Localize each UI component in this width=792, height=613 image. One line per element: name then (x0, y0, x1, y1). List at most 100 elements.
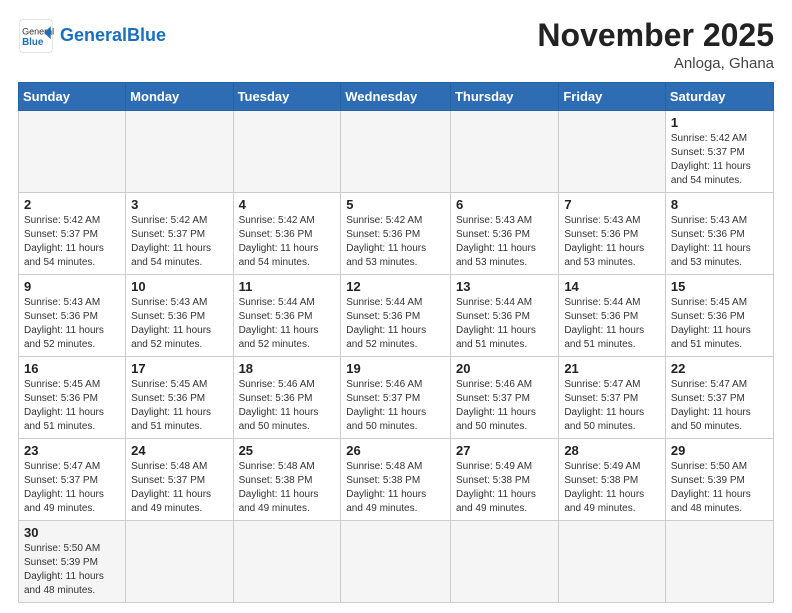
day-info: Sunrise: 5:48 AMSunset: 5:37 PMDaylight:… (131, 460, 227, 516)
logo-general: General (60, 25, 127, 45)
calendar-cell (450, 521, 558, 603)
calendar-cell: 8 Sunrise: 5:43 AMSunset: 5:36 PMDaylight… (665, 193, 773, 275)
day-info: Sunrise: 5:46 AMSunset: 5:36 PMDaylight:… (239, 378, 336, 434)
day-number: 11 (239, 279, 336, 294)
calendar-cell: 27Sunrise: 5:49 AMSunset: 5:38 PMDayligh… (450, 439, 558, 521)
calendar-cell: 19 Sunrise: 5:46 AMSunset: 5:37 PMDayligh… (341, 357, 451, 439)
day-number: 24 (131, 443, 227, 458)
calendar-cell (341, 521, 451, 603)
day-info: Sunrise: 5:46 AMSunset: 5:37 PMDaylight:… (456, 378, 553, 434)
day-info: Sunrise: 5:45 AMSunset: 5:36 PMDaylight:… (131, 378, 227, 434)
logo-blue: Blue (127, 25, 166, 45)
day-number: 28 (564, 443, 660, 458)
day-number: 4 (239, 197, 336, 212)
calendar-cell: 1Sunrise: 5:42 AMSunset: 5:37 PMDaylight… (665, 111, 773, 193)
day-number: 22 (671, 361, 768, 376)
calendar-cell (559, 521, 666, 603)
week-row-0: 1Sunrise: 5:42 AMSunset: 5:37 PMDaylight… (19, 111, 774, 193)
calendar-cell (126, 111, 233, 193)
calendar-cell: 18 Sunrise: 5:46 AMSunset: 5:36 PMDayligh… (233, 357, 341, 439)
day-number: 23 (24, 443, 120, 458)
day-info: Sunrise: 5:45 AMSunset: 5:36 PMDaylight:… (671, 296, 768, 352)
day-number: 15 (671, 279, 768, 294)
day-info: Sunrise: 5:42 AMSunset: 5:36 PMDaylight:… (239, 214, 336, 270)
calendar-cell: 4 Sunrise: 5:42 AMSunset: 5:36 PMDaylight… (233, 193, 341, 275)
week-row-2: 9 Sunrise: 5:43 AMSunset: 5:36 PMDaylight… (19, 275, 774, 357)
day-number: 20 (456, 361, 553, 376)
header: General Blue GeneralBlue November 2025 A… (18, 18, 774, 72)
day-info: Sunrise: 5:43 AMSunset: 5:36 PMDaylight:… (671, 214, 768, 270)
day-number: 29 (671, 443, 768, 458)
calendar-cell: 17 Sunrise: 5:45 AMSunset: 5:36 PMDayligh… (126, 357, 233, 439)
day-number: 2 (24, 197, 120, 212)
day-number: 6 (456, 197, 553, 212)
day-number: 18 (239, 361, 336, 376)
calendar-cell: 13Sunrise: 5:44 AMSunset: 5:36 PMDayligh… (450, 275, 558, 357)
calendar-cell: 2Sunrise: 5:42 AMSunset: 5:37 PMDaylight… (19, 193, 126, 275)
calendar-cell: 28 Sunrise: 5:49 AMSunset: 5:38 PMDayligh… (559, 439, 666, 521)
calendar-cell: 30 Sunrise: 5:50 AMSunset: 5:39 PMDayligh… (19, 521, 126, 603)
week-row-1: 2 Sunrise: 5:42 AMSunset: 5:37 PMDaylight… (19, 193, 774, 275)
calendar-cell: 26 Sunrise: 5:48 AMSunset: 5:38 PMDayligh… (341, 439, 451, 521)
day-number: 1 (671, 115, 768, 130)
day-number: 5 (346, 197, 445, 212)
calendar-cell (233, 521, 341, 603)
day-header-thursday: Thursday (450, 83, 558, 111)
calendar-cell: 11 Sunrise: 5:44 AMSunset: 5:36 PMDayligh… (233, 275, 341, 357)
calendar-cell: 7Sunrise: 5:43 AMSunset: 5:36 PMDaylight… (559, 193, 666, 275)
calendar-table: SundayMondayTuesdayWednesdayThursdayFrid… (18, 82, 774, 603)
day-info: Sunrise: 5:45 AMSunset: 5:36 PMDaylight:… (24, 378, 120, 434)
week-row-5: 30 Sunrise: 5:50 AMSunset: 5:39 PMDayligh… (19, 521, 774, 603)
day-info: Sunrise: 5:48 AMSunset: 5:38 PMDaylight:… (346, 460, 445, 516)
day-info: Sunrise: 5:49 AMSunset: 5:38 PMDaylight:… (564, 460, 660, 516)
logo: General Blue GeneralBlue (18, 18, 166, 54)
day-info: Sunrise: 5:43 AMSunset: 5:36 PMDaylight:… (24, 296, 120, 352)
day-number: 8 (671, 197, 768, 212)
title-block: November 2025 Anloga, Ghana (537, 18, 774, 72)
calendar-cell (233, 111, 341, 193)
day-info: Sunrise: 5:44 AMSunset: 5:36 PMDaylight:… (346, 296, 445, 352)
calendar-cell: 15 Sunrise: 5:45 AMSunset: 5:36 PMDayligh… (665, 275, 773, 357)
day-info: Sunrise: 5:44 AMSunset: 5:36 PMDaylight:… (564, 296, 660, 352)
day-number: 19 (346, 361, 445, 376)
day-info: Sunrise: 5:46 AMSunset: 5:37 PMDaylight:… (346, 378, 445, 434)
location: Anloga, Ghana (537, 55, 774, 72)
day-info: Sunrise: 5:47 AMSunset: 5:37 PMDaylight:… (671, 378, 768, 434)
day-number: 26 (346, 443, 445, 458)
calendar-cell: 9 Sunrise: 5:43 AMSunset: 5:36 PMDaylight… (19, 275, 126, 357)
page: General Blue GeneralBlue November 2025 A… (0, 0, 792, 613)
day-number: 9 (24, 279, 120, 294)
calendar-cell: 29Sunrise: 5:50 AMSunset: 5:39 PMDayligh… (665, 439, 773, 521)
calendar-cell: 10Sunrise: 5:43 AMSunset: 5:36 PMDayligh… (126, 275, 233, 357)
day-number: 7 (564, 197, 660, 212)
calendar-cell: 3 Sunrise: 5:42 AMSunset: 5:37 PMDaylight… (126, 193, 233, 275)
calendar-cell: 12Sunrise: 5:44 AMSunset: 5:36 PMDayligh… (341, 275, 451, 357)
calendar-cell (126, 521, 233, 603)
calendar-cell: 16Sunrise: 5:45 AMSunset: 5:36 PMDayligh… (19, 357, 126, 439)
calendar-cell: 25Sunrise: 5:48 AMSunset: 5:38 PMDayligh… (233, 439, 341, 521)
day-info: Sunrise: 5:43 AMSunset: 5:36 PMDaylight:… (456, 214, 553, 270)
calendar-cell (559, 111, 666, 193)
day-info: Sunrise: 5:50 AMSunset: 5:39 PMDaylight:… (24, 542, 120, 598)
day-header-wednesday: Wednesday (341, 83, 451, 111)
logo-text: GeneralBlue (60, 26, 166, 46)
day-info: Sunrise: 5:47 AMSunset: 5:37 PMDaylight:… (564, 378, 660, 434)
calendar-cell: 6 Sunrise: 5:43 AMSunset: 5:36 PMDaylight… (450, 193, 558, 275)
day-number: 3 (131, 197, 227, 212)
day-header-sunday: Sunday (19, 83, 126, 111)
day-info: Sunrise: 5:44 AMSunset: 5:36 PMDaylight:… (239, 296, 336, 352)
day-header-monday: Monday (126, 83, 233, 111)
day-header-saturday: Saturday (665, 83, 773, 111)
calendar-cell: 21Sunrise: 5:47 AMSunset: 5:37 PMDayligh… (559, 357, 666, 439)
week-row-4: 23Sunrise: 5:47 AMSunset: 5:37 PMDayligh… (19, 439, 774, 521)
day-number: 30 (24, 525, 120, 540)
calendar-header-row: SundayMondayTuesdayWednesdayThursdayFrid… (19, 83, 774, 111)
day-number: 17 (131, 361, 227, 376)
day-info: Sunrise: 5:42 AMSunset: 5:37 PMDaylight:… (131, 214, 227, 270)
day-number: 10 (131, 279, 227, 294)
day-info: Sunrise: 5:42 AMSunset: 5:36 PMDaylight:… (346, 214, 445, 270)
calendar-cell (19, 111, 126, 193)
calendar-cell (665, 521, 773, 603)
calendar-cell: 14Sunrise: 5:44 AMSunset: 5:36 PMDayligh… (559, 275, 666, 357)
calendar-cell (450, 111, 558, 193)
